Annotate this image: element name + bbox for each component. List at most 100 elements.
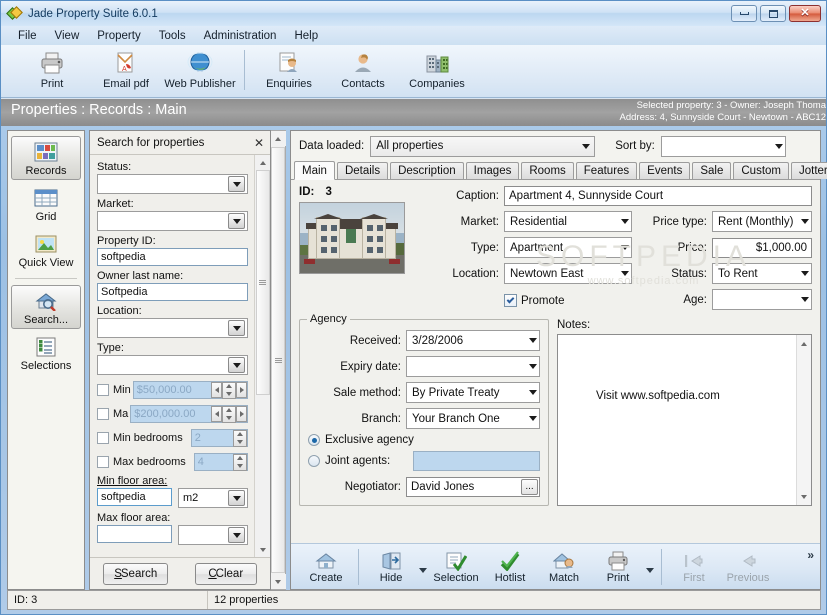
chevron-down-icon[interactable] <box>774 143 783 149</box>
command-first[interactable]: First <box>667 546 721 584</box>
exclusive-agency-row[interactable]: Exclusive agency <box>308 434 540 446</box>
min-price-spinner[interactable]: $50,000.00 <box>132 381 248 399</box>
command-hide[interactable]: Hide <box>364 546 418 584</box>
chevron-down-icon[interactable] <box>621 245 629 250</box>
min-floor-area-unit-combo[interactable]: m2 <box>178 488 248 508</box>
branch-combo[interactable]: Your Branch One <box>406 408 540 429</box>
type-combo[interactable]: Apartment <box>504 237 632 258</box>
scrollbar-thumb[interactable] <box>255 170 270 395</box>
max-bedrooms-spinner[interactable]: 4 <box>193 453 248 471</box>
status-combo[interactable]: To Rent <box>712 263 812 284</box>
chevron-down-icon[interactable] <box>801 271 809 276</box>
hide-dropdown-caret[interactable] <box>419 568 427 573</box>
tab-custom[interactable]: Custom <box>733 162 789 179</box>
location-combo[interactable]: Newtown East <box>504 263 632 284</box>
toolbar-button-web-publisher[interactable]: Web Publisher <box>163 48 237 90</box>
chevron-down-icon[interactable] <box>228 490 245 506</box>
promote-checkbox[interactable] <box>504 294 517 307</box>
max-bedrooms-checkbox[interactable] <box>97 456 109 468</box>
expiry-combo[interactable] <box>406 356 540 377</box>
scroll-up-icon[interactable] <box>798 337 811 350</box>
spinner-right-button[interactable] <box>236 406 247 422</box>
price-input[interactable]: $1,000.00 <box>712 237 812 258</box>
search-button[interactable]: S Search <box>103 562 169 585</box>
toolbar-button-enquiries[interactable]: Enquiries <box>252 48 326 90</box>
negotiator-input[interactable]: David Jones ... <box>406 477 540 497</box>
tab-events[interactable]: Events <box>639 162 691 179</box>
chevron-down-icon[interactable] <box>621 271 629 276</box>
spinner-updown[interactable] <box>222 405 236 423</box>
age-combo[interactable] <box>712 289 812 310</box>
notes-scrollbar[interactable] <box>796 335 811 505</box>
spinner-updown[interactable] <box>233 429 247 447</box>
menu-item-view[interactable]: View <box>46 28 89 44</box>
tab-jotter[interactable]: Jotter <box>791 162 827 179</box>
location-combo[interactable] <box>97 318 248 338</box>
command-hotlist[interactable]: Hotlist <box>483 546 537 584</box>
menu-item-tools[interactable]: Tools <box>150 28 195 44</box>
price-type-combo[interactable]: Rent (Monthly) <box>712 211 812 232</box>
tab-main[interactable]: Main <box>294 161 335 180</box>
scroll-up-icon[interactable] <box>255 155 270 170</box>
sort-by-combo[interactable] <box>660 135 786 157</box>
max-floor-area-unit-combo[interactable] <box>178 525 248 545</box>
notes-textarea[interactable]: Visit www.softpedia.com <box>557 334 812 506</box>
promote-checkbox-row[interactable]: Promote <box>504 294 632 307</box>
min-floor-area-input[interactable]: softpedia <box>97 488 172 506</box>
toolbar-button-print[interactable]: Print <box>15 48 89 90</box>
chevron-down-icon[interactable] <box>228 527 245 543</box>
sidebar-item-quick-view[interactable]: Quick View <box>11 228 81 272</box>
tab-sale[interactable]: Sale <box>692 162 732 179</box>
chevron-down-icon[interactable] <box>801 297 809 302</box>
search-panel-scrollbar[interactable] <box>254 155 270 557</box>
chevron-down-icon[interactable] <box>529 338 537 343</box>
menu-item-administration[interactable]: Administration <box>195 28 286 44</box>
data-loaded-combo[interactable]: All properties <box>370 135 596 157</box>
scroll-down-icon[interactable] <box>798 490 811 503</box>
caption-input[interactable]: Apartment 4, Sunnyside Court <box>504 186 812 206</box>
min-price-checkbox[interactable] <box>97 384 109 396</box>
joint-agents-input[interactable] <box>413 451 540 471</box>
property-id-input[interactable]: softpedia <box>97 248 248 266</box>
toolbar-button-contacts[interactable]: Contacts <box>326 48 400 90</box>
sidebar-item-selections[interactable]: Selections <box>11 331 81 375</box>
print-dropdown-caret[interactable] <box>646 568 654 573</box>
command-previous[interactable]: Previous <box>721 546 775 584</box>
min-bedrooms-checkbox[interactable] <box>97 432 109 444</box>
toolbar-button-companies[interactable]: Companies <box>400 48 474 90</box>
menu-item-file[interactable]: File <box>9 28 46 44</box>
spinner-left-button[interactable] <box>211 406 222 422</box>
spinner-left-button[interactable] <box>211 382 222 398</box>
min-bedrooms-spinner[interactable]: 2 <box>190 429 248 447</box>
owner-last-name-input[interactable]: Softpedia <box>97 283 248 301</box>
close-icon[interactable]: ✕ <box>252 136 266 150</box>
scroll-up-icon[interactable] <box>270 131 286 146</box>
tab-description[interactable]: Description <box>390 162 464 179</box>
command-overflow-icon[interactable]: » <box>807 548 814 562</box>
chevron-down-icon[interactable] <box>529 364 537 369</box>
market-combo[interactable]: Residential <box>504 211 632 232</box>
sale-method-combo[interactable]: By Private Treaty <box>406 382 540 403</box>
tab-images[interactable]: Images <box>465 162 520 179</box>
minimize-button[interactable] <box>731 5 757 22</box>
scroll-down-icon[interactable] <box>255 542 270 557</box>
command-selection[interactable]: Selection <box>429 546 483 584</box>
market-combo[interactable] <box>97 211 248 231</box>
close-button[interactable]: ✕ <box>789 5 821 22</box>
max-floor-area-input[interactable] <box>97 525 172 543</box>
type-combo[interactable] <box>97 355 248 375</box>
command-match[interactable]: Match <box>537 546 591 584</box>
max-price-spinner[interactable]: $200,000.00 <box>130 405 248 423</box>
command-print[interactable]: Print <box>591 546 645 584</box>
menu-item-property[interactable]: Property <box>88 28 149 44</box>
panel-splitter-scrollbar[interactable] <box>270 130 286 590</box>
chevron-down-icon[interactable] <box>578 143 594 149</box>
scroll-down-icon[interactable] <box>270 574 286 589</box>
joint-agents-row[interactable]: Joint agents: <box>308 451 540 471</box>
chevron-down-icon[interactable] <box>228 357 245 373</box>
tab-features[interactable]: Features <box>575 162 638 179</box>
property-photo[interactable] <box>299 202 405 274</box>
maximize-button[interactable] <box>760 5 786 22</box>
joint-agents-radio[interactable] <box>308 455 320 467</box>
chevron-down-icon[interactable] <box>801 219 809 224</box>
